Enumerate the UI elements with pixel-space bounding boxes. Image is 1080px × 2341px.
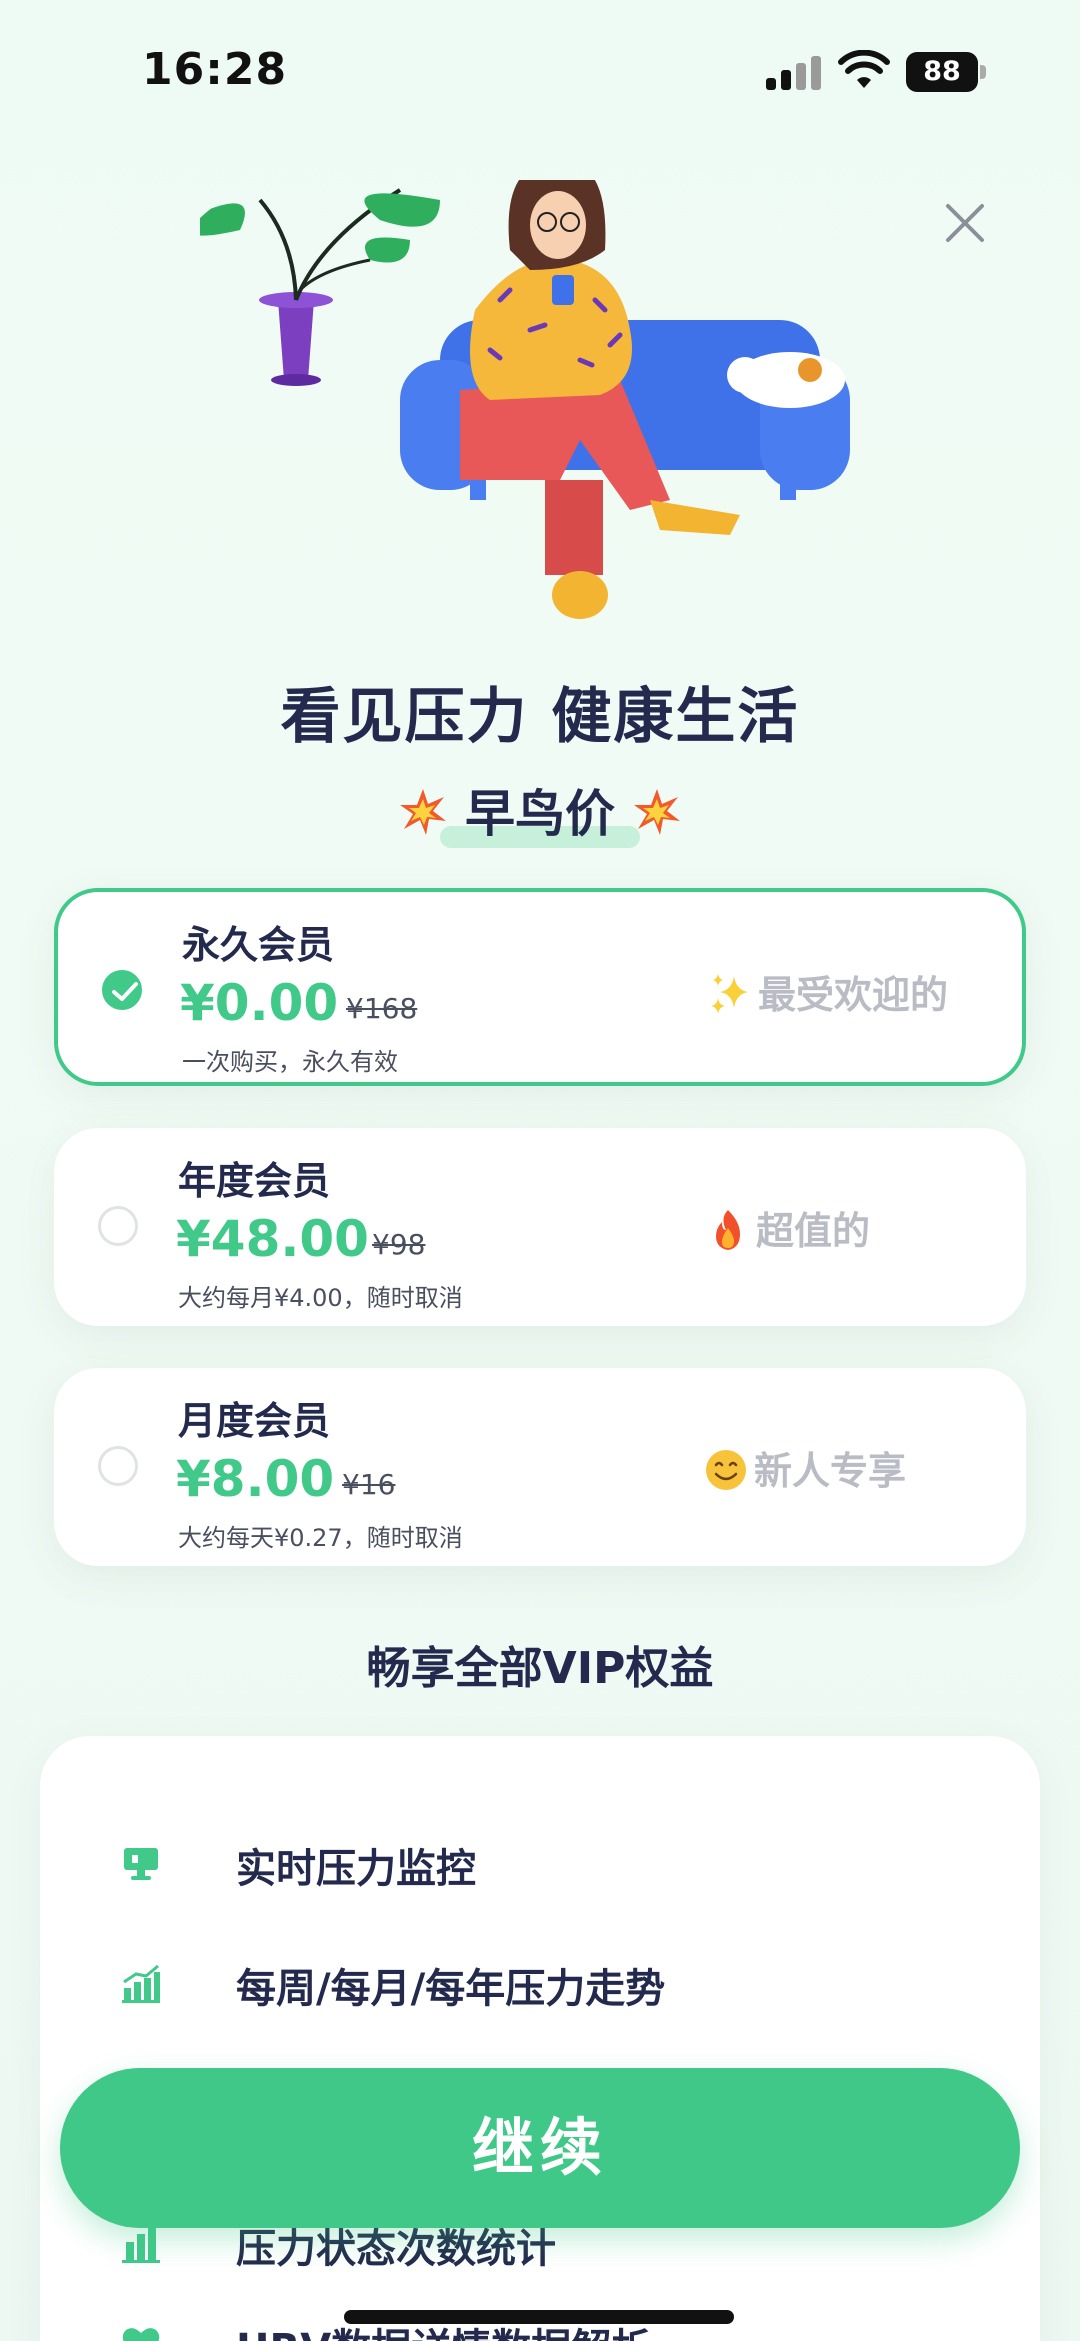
page-headline: 看见压力 健康生活 <box>280 682 800 752</box>
plan-tag: 最受欢迎的 <box>708 964 948 1019</box>
trend-chart-icon <box>122 1964 160 2003</box>
plan-original-price: ¥168 <box>346 992 418 1025</box>
sparkles-icon <box>711 974 748 1014</box>
plan-tag-label: 超值的 <box>756 1209 871 1253</box>
smile-icon <box>706 1450 746 1490</box>
heart-icon <box>122 2328 160 2341</box>
close-button[interactable] <box>940 198 990 248</box>
explosion-icon <box>634 789 681 835</box>
wifi-icon <box>838 50 890 88</box>
radio-unchecked[interactable] <box>98 1206 138 1246</box>
benefits-title: 畅享全部VIP权益 <box>366 1643 714 1694</box>
battery-icon: 88 <box>906 52 986 92</box>
plan-tag-label: 新人专享 <box>754 1449 907 1493</box>
benefit-label: 实时压力监控 <box>236 1846 476 1892</box>
monitor-icon <box>124 1848 158 1880</box>
plan-name: 月度会员 <box>178 1399 331 1443</box>
fire-icon <box>716 1210 740 1250</box>
plan-name: 年度会员 <box>178 1159 331 1203</box>
plan-original-price: ¥16 <box>342 1468 396 1501</box>
plan-description: 大约每天¥0.27，随时取消 <box>178 1524 463 1552</box>
home-indicator <box>344 2310 734 2324</box>
plan-description: 一次购买，永久有效 <box>182 1048 398 1076</box>
bar-chart-icon <box>122 2228 160 2263</box>
promo-label: 早鸟价 <box>465 785 615 843</box>
benefits-card: 实时压力监控 每周/每月/每年压力走势 压力状态次数统计 HRV数据详情数据解析 <box>40 1736 1040 2341</box>
plan-tag-label: 最受欢迎的 <box>758 973 949 1017</box>
cellular-signal-icon <box>766 56 822 90</box>
plan-price: ¥48.00 <box>176 1210 369 1268</box>
plan-name: 永久会员 <box>182 923 335 967</box>
checkmark-icon <box>112 982 138 1001</box>
status-time: 16:28 <box>142 44 288 95</box>
battery-level: 88 <box>906 52 978 92</box>
explosion-icon <box>399 789 446 835</box>
radio-checked[interactable] <box>102 970 142 1010</box>
plan-option-monthly[interactable]: 月度会员 ¥8.00 ¥16 大约每天¥0.27，随时取消 新人专享 <box>54 1368 1026 1566</box>
radio-unchecked[interactable] <box>98 1446 138 1486</box>
plan-price: ¥8.00 <box>176 1450 335 1508</box>
status-bar: 16:28 88 <box>0 0 1080 130</box>
plan-original-price: ¥98 <box>372 1228 426 1261</box>
plan-description: 大约每月¥4.00，随时取消 <box>178 1284 463 1312</box>
plan-option-yearly[interactable]: 年度会员 ¥48.00 ¥98 大约每月¥4.00，随时取消 超值的 <box>54 1128 1026 1326</box>
hero-illustration <box>200 180 850 619</box>
continue-button[interactable]: 继续 <box>60 2068 1020 2228</box>
plan-option-lifetime[interactable]: 永久会员 ¥0.00 ¥168 一次购买，永久有效 最受欢迎的 <box>54 888 1026 1086</box>
plan-tag: 新人专享 <box>704 1440 906 1495</box>
benefit-label: 每周/每月/每年压力走势 <box>236 1966 666 2012</box>
early-bird-banner: 早鸟价 <box>0 774 1080 848</box>
plan-tag: 超值的 <box>706 1200 870 1255</box>
plan-price: ¥0.00 <box>180 974 339 1032</box>
